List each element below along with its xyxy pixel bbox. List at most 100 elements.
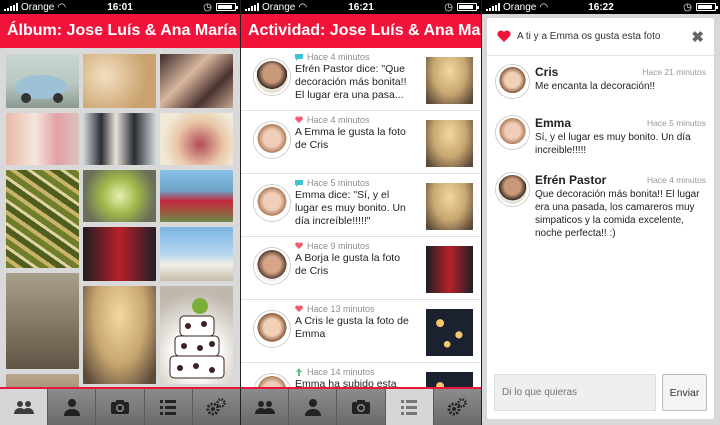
alarm-icon: ◷ xyxy=(444,1,453,13)
activity-text: A Cris le gusta la foto de Emma xyxy=(295,315,409,340)
comment-author: Cris xyxy=(535,65,559,79)
activity-thumbnail[interactable] xyxy=(426,246,473,293)
avatar xyxy=(254,248,290,284)
comment-text: Sí, y el lugar es muy bonito. Un día inc… xyxy=(535,132,691,156)
clock: 16:22 xyxy=(588,1,614,13)
close-icon[interactable]: ✖ xyxy=(691,28,704,46)
activity-item[interactable]: Hace 9 minutos A Borja le gusta la foto … xyxy=(241,237,481,300)
tab-activity[interactable] xyxy=(145,389,193,425)
comment-input[interactable] xyxy=(494,374,656,411)
battery-icon xyxy=(216,3,238,11)
avatar xyxy=(496,116,529,149)
activity-item[interactable]: Hace 5 minutos Emma dice: "Sí, y el luga… xyxy=(241,174,481,237)
tab-people[interactable] xyxy=(241,389,290,425)
clock: 16:01 xyxy=(107,1,133,13)
upload-icon xyxy=(296,368,302,376)
alarm-icon: ◷ xyxy=(683,1,692,13)
signal-icon xyxy=(486,3,500,11)
activity-text: Emma ha subido esta xyxy=(295,378,397,387)
photo-toast[interactable] xyxy=(160,54,233,108)
wifi-icon: ◠ xyxy=(298,1,308,13)
activity-time: Hace 9 minutos xyxy=(307,241,370,251)
heart-icon xyxy=(295,242,303,249)
comment-author: Efrén Pastor xyxy=(535,173,607,187)
tab-activity[interactable] xyxy=(385,389,434,425)
wifi-icon: ◠ xyxy=(539,1,549,13)
person-icon xyxy=(304,399,321,416)
activity-thumbnail[interactable] xyxy=(426,183,473,230)
photo-bottom-left[interactable] xyxy=(6,374,79,387)
carrier-label: Orange xyxy=(262,1,296,13)
photo-white-chapel[interactable] xyxy=(160,227,233,281)
photo-red-roses-suit[interactable] xyxy=(83,227,156,281)
battery-icon xyxy=(696,3,718,11)
photo-polka-dot-cake[interactable] xyxy=(160,286,233,384)
comment-time: Hace 21 minutos xyxy=(642,67,706,77)
tab-bar xyxy=(0,387,240,425)
comment-author: Emma xyxy=(535,116,572,130)
person-icon xyxy=(63,399,80,416)
avatar xyxy=(254,374,290,387)
avatar xyxy=(254,185,290,221)
tab-profile[interactable] xyxy=(48,389,97,425)
activity-thumbnail[interactable] xyxy=(426,309,473,356)
photo-groom-and-friends[interactable] xyxy=(83,113,156,165)
photo-vintage-car[interactable] xyxy=(6,54,79,108)
list-icon xyxy=(160,400,177,415)
carrier-label: Orange xyxy=(21,1,55,13)
tab-settings[interactable] xyxy=(434,389,481,425)
tab-camera[interactable] xyxy=(337,389,386,425)
activity-item[interactable]: Hace 4 minutos A Emma le gusta la foto d… xyxy=(241,111,481,174)
photo-bridesmaids[interactable] xyxy=(6,113,79,165)
photo-banquet-hall[interactable] xyxy=(83,286,156,384)
comments-panel: A ti y a Emma os gusta esta foto ✖ Cris … xyxy=(487,18,714,419)
send-button[interactable]: Enviar xyxy=(662,374,707,411)
status-bar: Orange ◠ 16:22 ◷ xyxy=(482,0,720,14)
car-icon xyxy=(15,75,67,103)
avatar xyxy=(496,173,529,206)
heart-icon xyxy=(295,305,303,312)
comment-time: Hace 5 minutos xyxy=(646,118,706,128)
activity-time: Hace 13 minutos xyxy=(307,304,375,314)
tab-camera[interactable] xyxy=(96,389,145,425)
photo-cupcake[interactable] xyxy=(160,113,233,165)
photo-place-cards[interactable] xyxy=(6,170,79,268)
wifi-icon: ◠ xyxy=(57,1,67,13)
page-title: Álbum: Jose Luís & Ana María xyxy=(0,14,240,48)
comments-screen: Orange ◠ 16:22 ◷ A ti y a Emma os gusta … xyxy=(482,0,720,425)
comment-icon xyxy=(295,54,303,61)
photo-chapel-entrance[interactable] xyxy=(6,273,79,369)
signal-icon xyxy=(4,3,18,11)
activity-thumbnail[interactable] xyxy=(426,57,473,104)
tab-profile[interactable] xyxy=(289,389,338,425)
tab-bar xyxy=(241,387,481,425)
avatar xyxy=(254,311,290,347)
signal-icon xyxy=(245,3,259,11)
activity-thumbnail[interactable] xyxy=(426,372,473,387)
list-icon xyxy=(401,400,418,415)
camera-icon xyxy=(111,400,129,414)
activity-item[interactable]: Hace 4 minutos Efrén Pastor dice: "Que d… xyxy=(241,48,481,111)
activity-item[interactable]: Hace 14 minutos Emma ha subido esta xyxy=(241,363,481,387)
tab-settings[interactable] xyxy=(193,389,240,425)
activity-text: A Emma le gusta la foto de Cris xyxy=(295,126,406,151)
battery-icon xyxy=(457,3,479,11)
activity-text: A Borja le gusta la foto de Cris xyxy=(295,252,401,277)
activity-time: Hace 4 minutos xyxy=(307,115,370,125)
heart-icon[interactable] xyxy=(497,30,511,43)
photo-bouquet[interactable] xyxy=(83,170,156,222)
activity-screen: Orange ◠ 16:21 ◷ Actividad: Jose Luís & … xyxy=(241,0,481,425)
likes-text: A ti y a Emma os gusta esta foto xyxy=(517,31,661,42)
photo-sugared-almonds[interactable] xyxy=(83,54,156,108)
avatar xyxy=(254,59,290,95)
alarm-icon: ◷ xyxy=(203,1,212,13)
people-icon xyxy=(254,401,275,414)
tab-people[interactable] xyxy=(0,389,49,425)
activity-thumbnail[interactable] xyxy=(426,120,473,167)
photo-bridesmaids-red[interactable] xyxy=(160,170,233,222)
activity-item[interactable]: Hace 13 minutos A Cris le gusta la foto … xyxy=(241,300,481,363)
status-bar: Orange ◠ 16:21 ◷ xyxy=(241,0,481,14)
gears-icon xyxy=(206,398,227,416)
heart-icon xyxy=(295,116,303,123)
activity-feed: Hace 4 minutos Efrén Pastor dice: "Que d… xyxy=(241,48,481,387)
